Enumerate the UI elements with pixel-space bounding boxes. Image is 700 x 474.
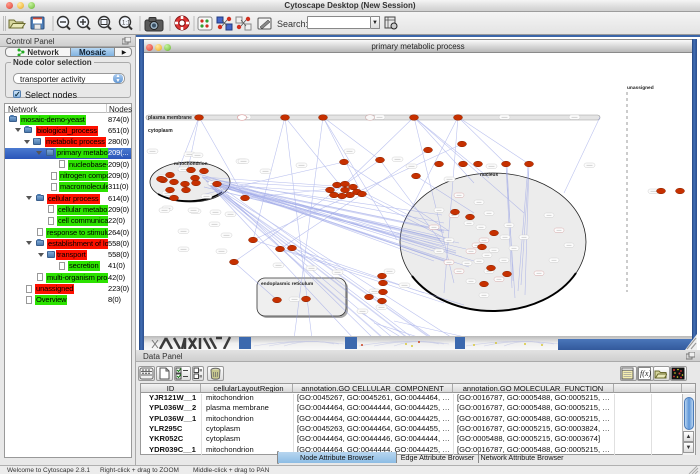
svg-text:unassigned: unassigned — [627, 85, 654, 91]
svg-text:mitochondrion: mitochondrion — [174, 161, 208, 167]
svg-text:1:1: 1:1 — [122, 21, 131, 27]
svg-text:nucleus: nucleus — [480, 172, 498, 178]
svg-text:endoplasmic reticulum: endoplasmic reticulum — [261, 281, 313, 287]
svg-text:plasma membrane: plasma membrane — [148, 115, 192, 121]
svg-text:cytoplasm: cytoplasm — [148, 128, 173, 134]
svg-text:f(x): f(x) — [640, 369, 651, 378]
